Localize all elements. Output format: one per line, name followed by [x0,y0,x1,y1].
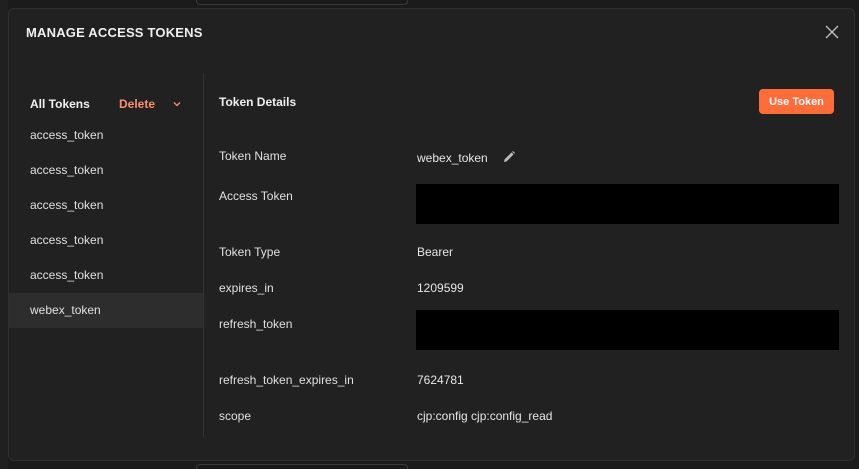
token-list-item[interactable]: access_token [9,258,203,293]
delete-button[interactable]: Delete [119,97,155,111]
token-list-item[interactable]: access_token [9,223,203,258]
token-list-item[interactable]: access_token [9,153,203,188]
pencil-icon[interactable] [502,150,516,164]
all-tokens-label: All Tokens [30,97,90,111]
token-type-value: Bearer [417,245,454,259]
access-token-value-redacted [416,184,839,224]
token-type-label: Token Type [219,245,281,259]
token-details-panel: Token Details Use Token Token Name webex… [219,73,839,443]
token-list-item-selected[interactable]: webex_token [9,293,203,328]
manage-access-tokens-modal: MANAGE ACCESS TOKENS All Tokens Delete a… [8,8,855,461]
refresh-token-expires-in-value: 7624781 [417,373,464,387]
sidebar-divider [203,73,204,437]
close-icon [825,25,839,39]
close-button[interactable] [822,22,842,42]
modal-title: MANAGE ACCESS TOKENS [26,25,203,40]
token-sidebar: All Tokens Delete access_token access_to… [9,73,203,439]
background-edge [0,0,8,469]
token-list-item[interactable]: access_token [9,118,203,153]
refresh-token-label: refresh_token [219,317,293,331]
use-token-button[interactable]: Use Token [759,89,834,114]
expires-in-value: 1209599 [417,281,464,295]
expires-in-label: expires_in [219,281,274,295]
background-bottom-bar [196,464,408,469]
chevron-down-icon[interactable] [171,98,183,110]
refresh-token-value-redacted [416,310,839,350]
scope-label: scope [219,409,252,423]
scope-value: cjp:config cjp:config_read [417,409,553,423]
token-name-value: webex_token [417,151,488,165]
details-title: Token Details [219,95,297,109]
token-list-item[interactable]: access_token [9,188,203,223]
token-name-label: Token Name [219,149,287,163]
token-list: access_token access_token access_token a… [9,118,203,328]
background-top-bar [196,0,408,5]
access-token-label: Access Token [219,189,293,203]
sidebar-header: All Tokens Delete [30,97,190,111]
refresh-token-expires-in-label: refresh_token_expires_in [219,373,354,387]
